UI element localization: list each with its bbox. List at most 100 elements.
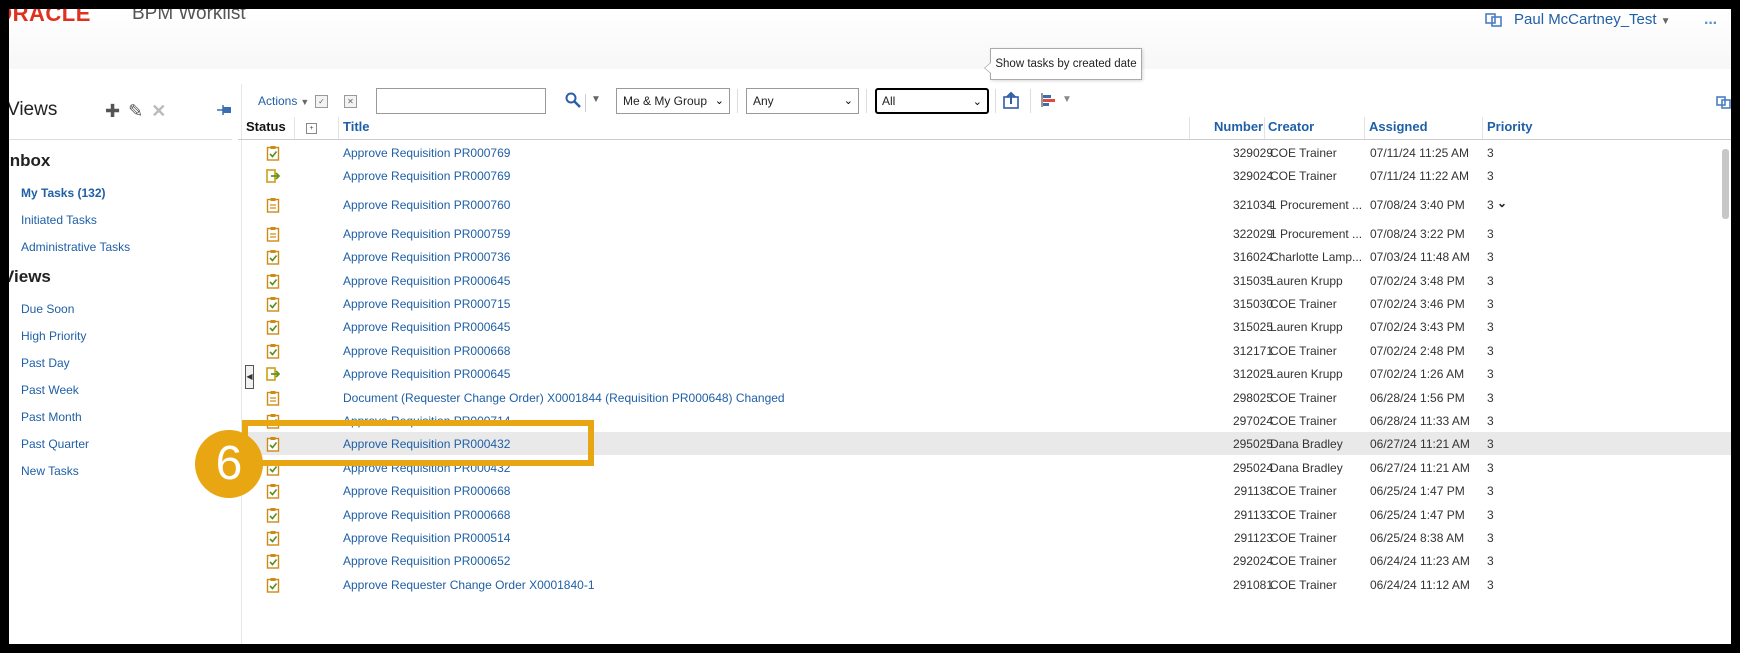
clipboard-check-icon — [266, 531, 280, 546]
task-creator: COE Trainer — [1270, 554, 1337, 568]
edit-icon[interactable]: ✎ — [128, 101, 143, 122]
task-title-link[interactable]: Approve Requisition PR000736 — [343, 250, 510, 264]
task-number: 291081 — [1232, 578, 1273, 592]
table-row[interactable]: Approve Requisition PR000736 316024 Charlo… — [238, 245, 1731, 268]
task-title-link[interactable]: Approve Requisition PR000645 — [343, 320, 510, 334]
chevron-down-icon[interactable]: ⌄ — [1497, 196, 1507, 210]
sidebar-item-past-month[interactable]: Past Month — [21, 410, 82, 424]
task-creator: COE Trainer — [1270, 414, 1337, 428]
sidebar-divider — [9, 139, 232, 140]
sidebar-item-past-week[interactable]: Past Week — [21, 383, 79, 397]
table-row[interactable]: Approve Requisition PR000769 329024 COE Tr… — [238, 164, 1731, 187]
task-title-link[interactable]: Document (Requester Change Order) X00018… — [343, 391, 785, 405]
task-title-link[interactable]: Approve Requisition PR000514 — [343, 531, 510, 545]
task-number: 295025 — [1232, 437, 1273, 451]
sidebar: Views ✚ ✎ ✕ Inbox My Tasks (132) Initiat… — [9, 69, 239, 644]
task-priority: 3 — [1487, 578, 1494, 592]
task-title-link[interactable]: Approve Requisition PR000760 — [343, 198, 510, 212]
task-assigned-date: 06/25/24 1:47 PM — [1370, 484, 1465, 498]
table-row[interactable]: Approve Requisition PR000645 315035 Lauren… — [238, 269, 1731, 292]
clipboard-check-icon — [266, 274, 280, 289]
task-assigned-date: 07/02/24 3:48 PM — [1370, 274, 1465, 288]
task-title-link[interactable]: Approve Requisition PR000668 — [343, 484, 510, 498]
task-title-link[interactable]: Approve Requisition PR000645 — [343, 367, 510, 381]
add-icon[interactable]: ✚ — [105, 101, 120, 122]
task-creator: COE Trainer — [1270, 531, 1337, 545]
vertical-scrollbar[interactable] — [1722, 149, 1729, 219]
sidebar-item-due-soon[interactable]: Due Soon — [21, 302, 74, 316]
task-assigned-date: 06/27/24 11:21 AM — [1370, 461, 1470, 475]
task-creator: COE Trainer — [1270, 297, 1337, 311]
task-number: 321034 — [1232, 198, 1273, 212]
exit-task-icon — [266, 367, 280, 381]
task-title-link[interactable]: Approve Requisition PR000668 — [343, 508, 510, 522]
clipboard-check-icon — [266, 297, 280, 312]
sidebar-item-past-day[interactable]: Past Day — [21, 356, 70, 370]
table-row[interactable]: Approve Requisition PR000668 312171 COE Tr… — [238, 339, 1731, 362]
task-creator: COE Trainer — [1270, 344, 1337, 358]
task-title-link[interactable]: Approve Requisition PR000715 — [343, 297, 510, 311]
sidebar-item-new-tasks[interactable]: New Tasks — [21, 464, 79, 478]
table-row[interactable]: Approve Requisition PR000668 291138 COE Tr… — [238, 479, 1731, 502]
task-creator: COE Trainer — [1270, 146, 1337, 160]
clipboard-check-icon — [266, 484, 280, 499]
task-priority: 3 — [1487, 227, 1494, 241]
sidebar-item-past-quarter[interactable]: Past Quarter — [21, 437, 89, 451]
step-number-badge: 6 — [195, 430, 263, 498]
table-row[interactable]: Approve Requisition PR000645 315025 Lauren… — [238, 315, 1731, 338]
table-row[interactable]: Approve Requisition PR000769 329029 COE Tr… — [238, 141, 1731, 164]
sidebar-item-high-priority[interactable]: High Priority — [21, 329, 86, 343]
task-assigned-date: 07/02/24 3:43 PM — [1370, 320, 1465, 334]
task-priority: 3 — [1487, 198, 1494, 212]
task-priority: 3 — [1487, 508, 1494, 522]
table-row[interactable]: Approve Requester Change Order X0001840-… — [238, 573, 1731, 596]
table-row[interactable]: Approve Requisition PR000760 321034 1 Proc… — [238, 193, 1731, 216]
task-creator: 1 Procurement ... — [1270, 227, 1363, 241]
task-number: 297024 — [1232, 414, 1273, 428]
oracle-logo: ORACLE — [9, 9, 91, 26]
task-assigned-date: 07/02/24 3:46 PM — [1370, 297, 1465, 311]
table-row[interactable]: Document (Requester Change Order) X00018… — [238, 386, 1731, 409]
clipboard-icon — [266, 227, 280, 242]
worklist-window: ORACLE BPM Worklist Paul McCartney_Test▼… — [9, 9, 1731, 644]
app-name: BPM Worklist — [132, 9, 246, 24]
task-assigned-date: 07/08/24 3:40 PM — [1370, 198, 1465, 212]
task-assigned-date: 06/24/24 11:12 AM — [1370, 578, 1470, 592]
task-assigned-date: 06/24/24 11:23 AM — [1370, 554, 1470, 568]
task-title-link[interactable]: Approve Requisition PR000759 — [343, 227, 510, 241]
task-creator: Lauren Krupp — [1270, 274, 1343, 288]
task-title-link[interactable]: Approve Requisition PR000769 — [343, 169, 510, 183]
sidebar-item-my-tasks[interactable]: My Tasks (132) — [21, 186, 106, 200]
task-title-link[interactable]: Approve Requisition PR000668 — [343, 344, 510, 358]
task-title-link[interactable]: Approve Requisition PR000652 — [343, 554, 510, 568]
task-creator: COE Trainer — [1270, 391, 1337, 405]
task-priority: 3 — [1487, 437, 1494, 451]
table-row[interactable]: Approve Requisition PR000715 315030 COE Tr… — [238, 292, 1731, 315]
task-number: 312025 — [1232, 367, 1273, 381]
task-priority: 3 — [1487, 169, 1494, 183]
table-row[interactable]: Approve Requisition PR000652 292024 COE Tr… — [238, 549, 1731, 572]
task-title-link[interactable]: Approve Requisition PR000645 — [343, 274, 510, 288]
delete-icon[interactable]: ✕ — [151, 101, 166, 122]
task-number: 312171 — [1232, 344, 1273, 358]
sidebar-item-initiated-tasks[interactable]: Initiated Tasks — [21, 213, 97, 227]
task-title-link[interactable]: Approve Requester Change Order X0001840-… — [343, 578, 595, 592]
exit-task-icon — [266, 169, 280, 183]
table-row[interactable]: Approve Requisition PR000668 291133 COE Tr… — [238, 503, 1731, 526]
task-title-link[interactable]: Approve Requisition PR000769 — [343, 146, 510, 160]
table-row[interactable]: Approve Requisition PR000645 312025 Lauren… — [238, 362, 1731, 385]
clipboard-check-icon — [266, 508, 280, 523]
task-assigned-date: 06/25/24 8:38 AM — [1370, 531, 1465, 545]
sidebar-item-administrative-tasks[interactable]: Administrative Tasks — [21, 240, 130, 254]
step-highlight-box — [242, 420, 594, 466]
task-creator: COE Trainer — [1270, 508, 1337, 522]
table-row[interactable]: Approve Requisition PR000514 291123 COE Tr… — [238, 526, 1731, 549]
task-priority: 3 — [1487, 274, 1494, 288]
task-number: 292024 — [1232, 554, 1273, 568]
task-priority: 3 — [1487, 320, 1494, 334]
table-row[interactable]: Approve Requisition PR000759 322029 1 Proc… — [238, 222, 1731, 245]
pin-icon[interactable] — [217, 105, 233, 115]
task-number: 329024 — [1232, 169, 1273, 183]
task-assigned-date: 07/11/24 11:22 AM — [1370, 169, 1469, 183]
sidebar-views-title: Views — [9, 99, 58, 120]
